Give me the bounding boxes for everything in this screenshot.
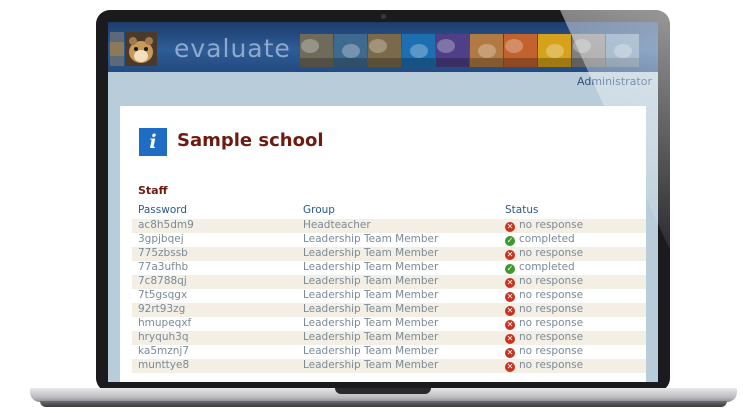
status-cell: ✕ no response <box>505 289 583 302</box>
staff-table: Password Group Status ac8h5dm9 Headteache… <box>132 204 646 373</box>
main-panel: i Sample school Staff Password Group Sta… <box>120 106 646 382</box>
cross-circle-icon: ✕ <box>505 348 515 358</box>
password-cell: ka5mznj7 <box>138 345 190 357</box>
section-title: Staff <box>138 184 168 197</box>
status-text: no response <box>519 331 584 343</box>
cross-circle-icon: ✕ <box>505 250 515 260</box>
zebra-2-photo-icon <box>572 34 605 67</box>
password-cell: 7t5gsqgx <box>138 289 188 301</box>
group-cell: Leadership Team Member <box>303 233 439 245</box>
column-header-status: Status <box>505 204 539 216</box>
group-cell: Leadership Team Member <box>303 359 439 371</box>
administrator-link[interactable]: Administrator <box>577 75 652 88</box>
group-cell: Leadership Team Member <box>303 317 439 329</box>
group-cell: Headteacher <box>303 219 371 231</box>
lightning-photo-icon <box>436 34 469 67</box>
table-row: hryquh3q Leadership Team Member ✕ no respon… <box>132 331 646 345</box>
status-cell: ✕ no response <box>505 275 583 288</box>
table-row: 775zbssb Leadership Team Member ✕ no respon… <box>132 247 646 261</box>
table-row: 7t5gsqgx Leadership Team Member ✕ no respon… <box>132 289 646 303</box>
status-cell: ✕ no response <box>505 303 583 316</box>
group-cell: Leadership Team Member <box>303 275 439 287</box>
status-cell: ✕ no response <box>505 359 583 372</box>
seascape-photo-icon <box>334 34 367 67</box>
check-circle-icon: ✓ <box>505 236 515 246</box>
status-text: no response <box>519 247 584 259</box>
table-row: hmupeqxf Leadership Team Member ✕ no respon… <box>132 317 646 331</box>
password-cell: 7c8788qj <box>138 275 187 287</box>
desert-photo-icon <box>504 34 537 67</box>
group-cell: Leadership Team Member <box>303 247 439 259</box>
status-text: no response <box>519 345 584 357</box>
password-cell: 77a3ufhb <box>138 261 189 273</box>
cross-circle-icon: ✕ <box>505 362 515 372</box>
column-header-group: Group <box>303 204 335 216</box>
password-cell: 92rt93zg <box>138 303 186 315</box>
camera-icon <box>381 14 386 19</box>
status-cell: ✕ no response <box>505 317 583 330</box>
hamster-photo-icon <box>125 32 157 66</box>
password-cell: hmupeqxf <box>138 317 192 329</box>
password-cell: ac8h5dm9 <box>138 219 194 231</box>
tiger-photo-icon <box>470 34 503 67</box>
laptop-notch <box>335 388 431 394</box>
flower-photo-icon <box>538 34 571 67</box>
cross-circle-icon: ✕ <box>505 292 515 302</box>
table-body: ac8h5dm9 Headteacher ✕ no response 3gpjbqej L… <box>132 219 646 373</box>
group-cell: Leadership Team Member <box>303 289 439 301</box>
group-cell: Leadership Team Member <box>303 303 439 315</box>
password-cell: 775zbssb <box>138 247 188 259</box>
check-circle-icon: ✓ <box>505 264 515 274</box>
table-row: ka5mznj7 Leadership Team Member ✕ no respon… <box>132 345 646 359</box>
cross-circle-icon: ✕ <box>505 320 515 330</box>
page-title: Sample school <box>177 130 324 151</box>
cropped-photo-icon <box>110 32 124 66</box>
table-row: ac8h5dm9 Headteacher ✕ no response <box>132 219 646 233</box>
status-cell: ✓ completed <box>505 233 575 246</box>
status-text: completed <box>519 233 575 245</box>
cross-circle-icon: ✕ <box>505 222 515 232</box>
zebra-photo-icon <box>300 34 333 67</box>
group-cell: Leadership Team Member <box>303 345 439 357</box>
table-header: Password Group Status <box>132 204 646 219</box>
table-row: 77a3ufhb Leadership Team Member ✓ completed <box>132 261 646 275</box>
photo-strip <box>300 34 639 67</box>
app-title: evaluate <box>174 34 291 63</box>
status-text: no response <box>519 317 584 329</box>
owl-photo-icon <box>368 34 401 67</box>
status-text: no response <box>519 303 584 315</box>
laptop-screen: evaluate Administrator i Sample school S… <box>108 22 658 382</box>
password-cell: munttye8 <box>138 359 190 371</box>
app-header: evaluate <box>108 22 658 72</box>
cross-circle-icon: ✕ <box>505 306 515 316</box>
password-cell: hryquh3q <box>138 331 189 343</box>
cross-circle-icon: ✕ <box>505 334 515 344</box>
status-text: no response <box>519 275 584 287</box>
status-text: no response <box>519 359 584 371</box>
status-text: completed <box>519 261 575 273</box>
laptop-base-shadow <box>40 401 727 407</box>
status-cell: ✕ no response <box>505 331 583 344</box>
info-icon: i <box>139 128 167 156</box>
status-cell: ✕ no response <box>505 247 583 260</box>
status-cell: ✕ no response <box>505 345 583 358</box>
table-row: 92rt93zg Leadership Team Member ✕ no respon… <box>132 303 646 317</box>
coast-photo-icon <box>606 34 639 67</box>
underwater-photo-icon <box>402 34 435 67</box>
column-header-password: Password <box>138 204 188 216</box>
group-cell: Leadership Team Member <box>303 331 439 343</box>
group-cell: Leadership Team Member <box>303 261 439 273</box>
status-cell: ✓ completed <box>505 261 575 274</box>
cross-circle-icon: ✕ <box>505 278 515 288</box>
table-row: 3gpjbqej Leadership Team Member ✓ completed <box>132 233 646 247</box>
password-cell: 3gpjbqej <box>138 233 184 245</box>
status-text: no response <box>519 289 584 301</box>
status-text: no response <box>519 219 584 231</box>
table-row: 7c8788qj Leadership Team Member ✕ no respon… <box>132 275 646 289</box>
table-row: munttye8 Leadership Team Member ✕ no respon… <box>132 359 646 373</box>
user-bar: Administrator <box>108 72 658 92</box>
status-cell: ✕ no response <box>505 219 583 232</box>
